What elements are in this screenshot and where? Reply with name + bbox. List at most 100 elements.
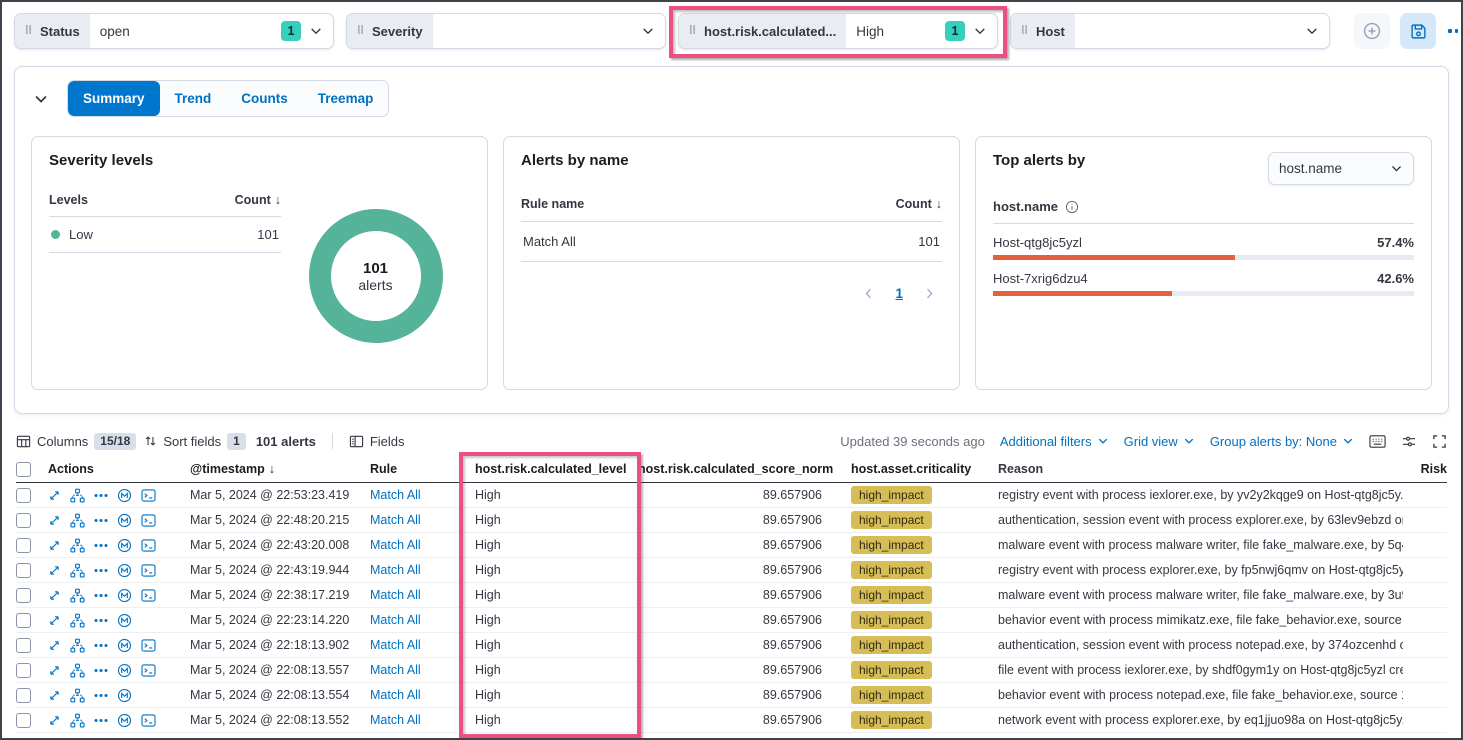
next-page-button[interactable]	[923, 287, 936, 300]
session-view-button-icon[interactable]	[117, 713, 132, 728]
terminal-session-icon[interactable]	[141, 639, 156, 652]
session-view-button-icon[interactable]	[117, 663, 132, 678]
cell-reason[interactable]: file event with process iexlorer.exe, by…	[998, 663, 1403, 677]
grid-view-button[interactable]: Grid view	[1124, 434, 1195, 449]
terminal-session-icon[interactable]	[141, 714, 156, 727]
keyboard-shortcuts-button[interactable]	[1369, 434, 1386, 449]
tab-counts[interactable]: Counts	[226, 81, 303, 116]
terminal-session-icon[interactable]	[141, 539, 156, 552]
rule-link[interactable]: Match All	[370, 538, 421, 552]
rule-link[interactable]: Match All	[370, 588, 421, 602]
row-checkbox[interactable]	[16, 588, 31, 603]
more-actions-button-icon[interactable]	[94, 668, 108, 673]
cell-reason[interactable]: registry event with process iexlorer.exe…	[998, 488, 1403, 502]
more-actions-button-icon[interactable]	[94, 618, 108, 623]
rule-link[interactable]: Match All	[370, 513, 421, 527]
row-checkbox[interactable]	[16, 538, 31, 553]
terminal-session-icon[interactable]	[141, 589, 156, 602]
analyzer-button-icon[interactable]	[70, 713, 85, 728]
header-rule[interactable]: Rule	[370, 462, 462, 476]
cell-reason[interactable]: malware event with process malware write…	[998, 588, 1403, 602]
row-checkbox[interactable]	[16, 563, 31, 578]
analyzer-button-icon[interactable]	[70, 488, 85, 503]
expand-alert-button-icon[interactable]	[48, 514, 61, 527]
row-checkbox[interactable]	[16, 663, 31, 678]
expand-alert-button-icon[interactable]	[48, 539, 61, 552]
more-actions-button-icon[interactable]	[94, 593, 108, 598]
header-reason[interactable]: Reason	[998, 462, 1403, 476]
col-count-sort[interactable]: Count↓	[235, 193, 281, 207]
row-checkbox[interactable]	[16, 638, 31, 653]
expand-alert-button-icon[interactable]	[48, 689, 61, 702]
fullscreen-button[interactable]	[1432, 434, 1447, 449]
stack-by-select[interactable]: host.name	[1268, 152, 1414, 185]
page-number[interactable]: 1	[895, 286, 903, 301]
prev-page-button[interactable]	[862, 287, 875, 300]
cell-reason[interactable]: authentication, session event with proce…	[998, 638, 1403, 652]
group-alerts-by-button[interactable]: Group alerts by: None	[1210, 434, 1354, 449]
rule-link[interactable]: Match All	[370, 663, 421, 677]
select-all-checkbox[interactable]	[16, 462, 31, 477]
cell-reason[interactable]: malware event with process malware write…	[998, 538, 1403, 552]
save-button[interactable]	[1400, 13, 1436, 49]
rule-link[interactable]: Match All	[370, 488, 421, 502]
terminal-session-icon[interactable]	[141, 489, 156, 502]
analyzer-button-icon[interactable]	[70, 613, 85, 628]
session-view-button-icon[interactable]	[117, 488, 132, 503]
row-checkbox[interactable]	[16, 513, 31, 528]
expand-alert-button-icon[interactable]	[48, 589, 61, 602]
row-checkbox[interactable]	[16, 613, 31, 628]
grid-settings-button[interactable]	[1401, 434, 1417, 449]
additional-filters-button[interactable]: Additional filters	[1000, 434, 1109, 449]
expand-alert-button-icon[interactable]	[48, 614, 61, 627]
more-actions-button-icon[interactable]	[94, 568, 108, 573]
expand-alert-button-icon[interactable]	[48, 664, 61, 677]
rule-link[interactable]: Match All	[370, 613, 421, 627]
add-filter-button[interactable]	[1354, 13, 1390, 49]
more-actions-button-icon[interactable]	[94, 518, 108, 523]
analyzer-button-icon[interactable]	[70, 663, 85, 678]
header-timestamp[interactable]: @timestamp↓	[190, 462, 370, 476]
host-name[interactable]: Host-7xrig6dzu4	[993, 271, 1088, 286]
session-view-button-icon[interactable]	[117, 638, 132, 653]
more-actions-button-icon[interactable]	[94, 643, 108, 648]
rule-link[interactable]: Match All	[370, 563, 421, 577]
analyzer-button-icon[interactable]	[70, 688, 85, 703]
analyzer-button-icon[interactable]	[70, 588, 85, 603]
filter-more-button[interactable]	[1446, 29, 1463, 33]
row-checkbox[interactable]	[16, 488, 31, 503]
analyzer-button-icon[interactable]	[70, 638, 85, 653]
session-view-button-icon[interactable]	[117, 688, 132, 703]
more-actions-button-icon[interactable]	[94, 693, 108, 698]
terminal-session-icon[interactable]	[141, 514, 156, 527]
columns-button[interactable]: Columns 15/18	[16, 433, 136, 450]
filter-chip-severity[interactable]: Severity	[346, 13, 666, 49]
cell-reason[interactable]: behavior event with process mimikatz.exe…	[998, 613, 1403, 627]
analyzer-button-icon[interactable]	[70, 563, 85, 578]
more-actions-button-icon[interactable]	[94, 718, 108, 723]
tab-treemap[interactable]: Treemap	[303, 81, 389, 116]
tab-trend[interactable]: Trend	[160, 81, 227, 116]
host-name[interactable]: Host-qtg8jc5yzl	[993, 235, 1082, 250]
filter-chip-hostriskcalculated[interactable]: host.risk.calculated...High1	[678, 13, 998, 49]
cell-reason[interactable]: authentication, session event with proce…	[998, 513, 1403, 527]
expand-alert-button-icon[interactable]	[48, 639, 61, 652]
filter-chip-status[interactable]: Statusopen1	[14, 13, 334, 49]
header-risk-score[interactable]: host.risk.calculated_score_norm	[638, 462, 840, 476]
cell-reason[interactable]: registry event with process explorer.exe…	[998, 563, 1403, 577]
analyzer-button-icon[interactable]	[70, 513, 85, 528]
filter-chip-host[interactable]: Host	[1010, 13, 1330, 49]
session-view-button-icon[interactable]	[117, 563, 132, 578]
more-actions-button-icon[interactable]	[94, 493, 108, 498]
rule-link[interactable]: Match All	[370, 713, 421, 727]
session-view-button-icon[interactable]	[117, 588, 132, 603]
col-count-sort[interactable]: Count↓	[896, 197, 942, 211]
row-checkbox[interactable]	[16, 688, 31, 703]
cell-reason[interactable]: behavior event with process notepad.exe,…	[998, 688, 1403, 702]
rule-link[interactable]: Match All	[370, 638, 421, 652]
terminal-session-icon[interactable]	[141, 564, 156, 577]
cell-reason[interactable]: network event with process explorer.exe,…	[998, 713, 1403, 727]
row-checkbox[interactable]	[16, 713, 31, 728]
collapse-chevron-button[interactable]	[31, 87, 51, 111]
terminal-session-icon[interactable]	[141, 664, 156, 677]
